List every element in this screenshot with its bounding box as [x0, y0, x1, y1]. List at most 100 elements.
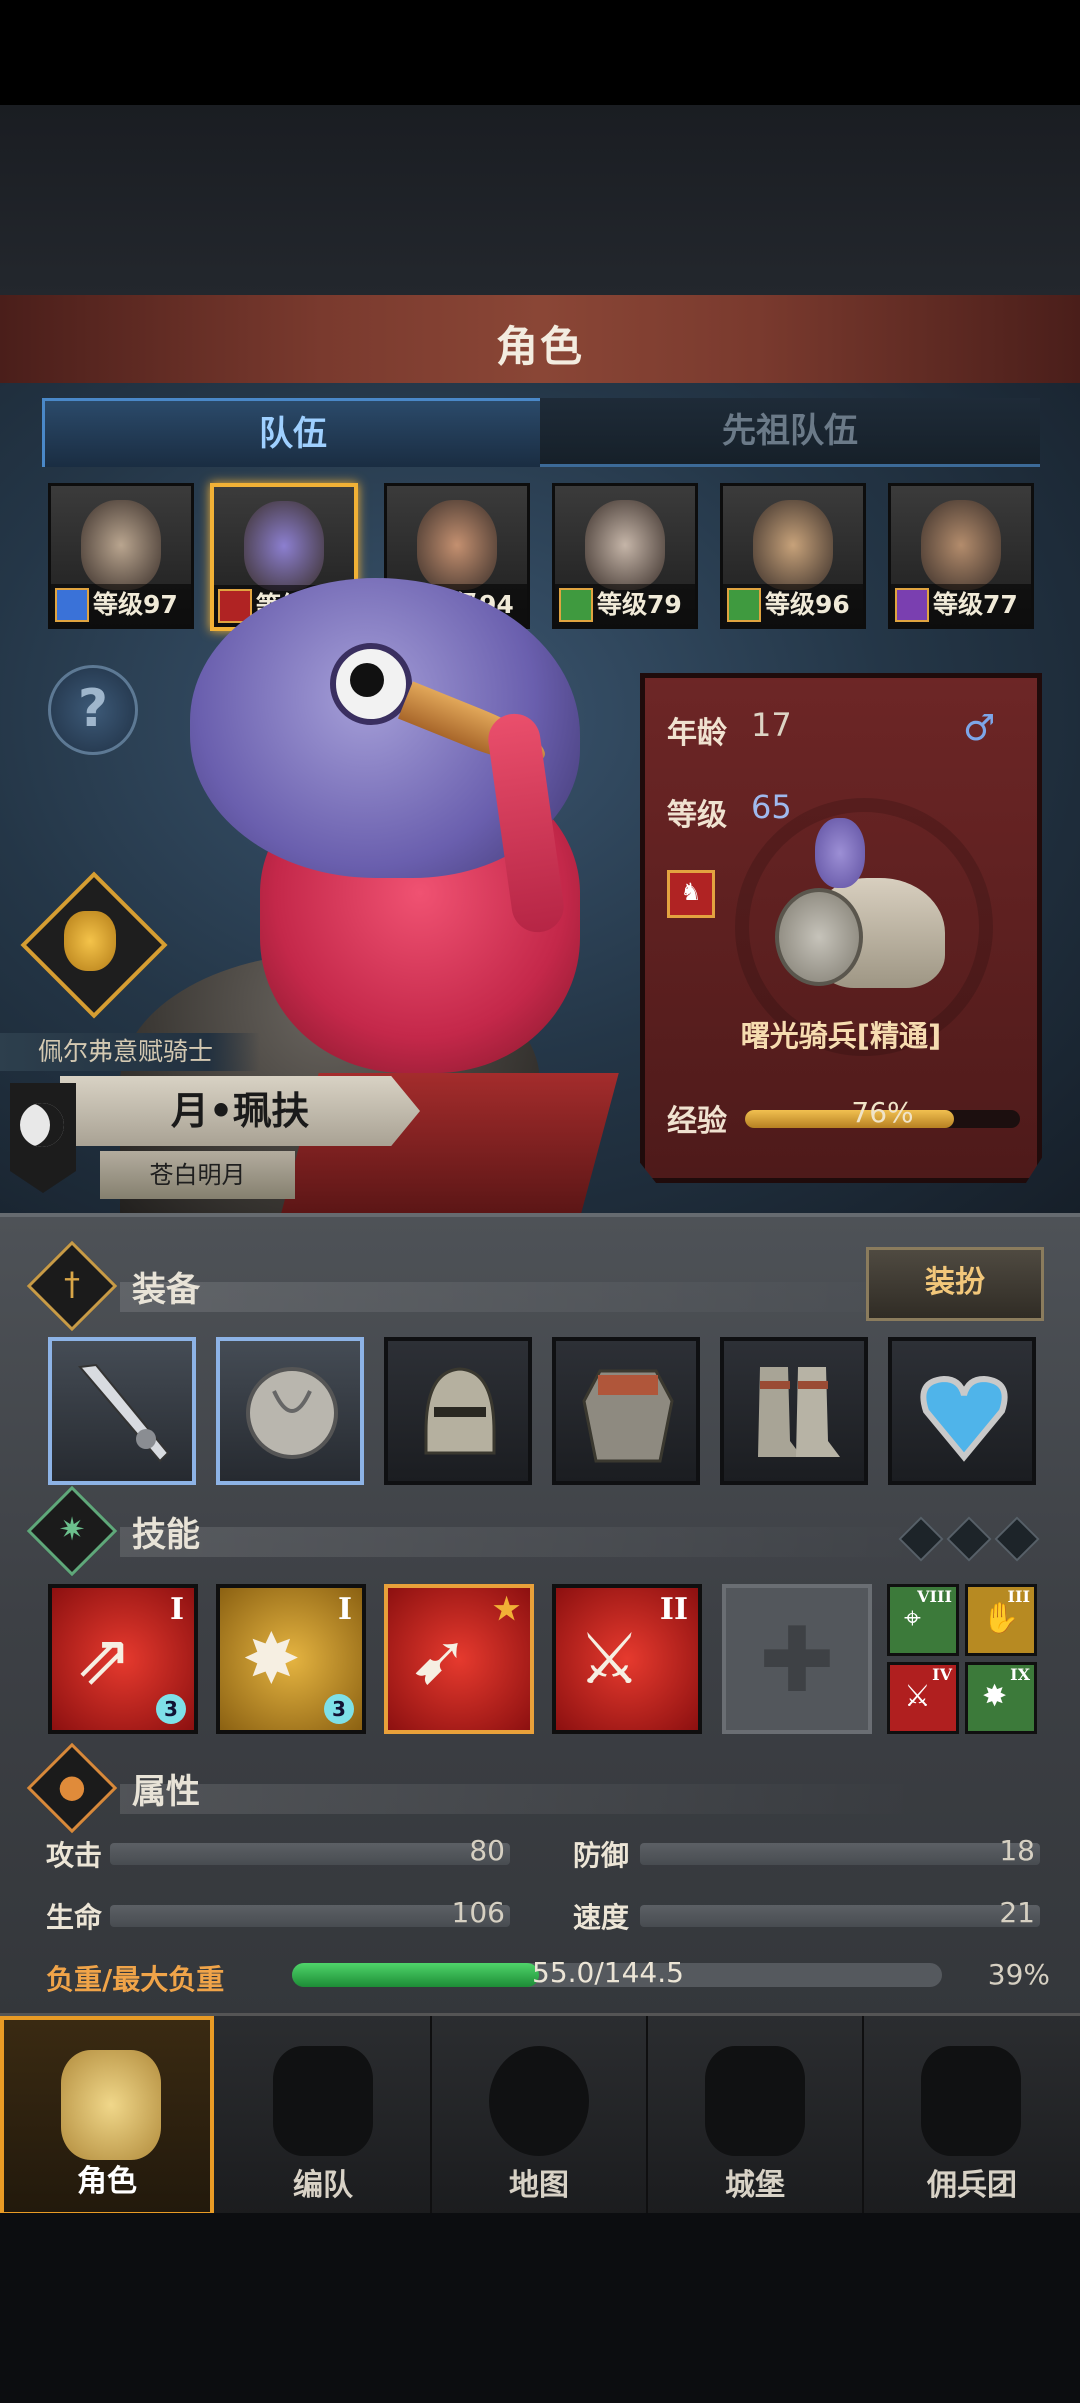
roster-portrait[interactable]: 等级97 [48, 483, 194, 629]
skill-slot-3[interactable]: ➹ ★ [384, 1584, 534, 1734]
portrait-face [585, 500, 665, 590]
unit-name: 曙光骑兵[精通] [740, 1019, 942, 1053]
status-bar-area [0, 0, 1080, 105]
skill-count-badge: 3 [324, 1694, 354, 1724]
roster-portrait[interactable]: 等级79 [552, 483, 698, 629]
person-icon: ● [58, 1767, 86, 1805]
passive-rank: IV [932, 1665, 952, 1684]
chainmail-armor-icon [582, 1369, 674, 1463]
speed-label: 速度 [573, 1901, 630, 1934]
info-card: 年龄 17 ♂ 等级 65 ♞ 曙光骑兵[精通] 经验 76% [640, 673, 1042, 1183]
character-name[interactable]: 月•珮扶 [60, 1076, 420, 1146]
sword-aura-icon: ⚔ [578, 1618, 641, 1700]
top-spacer [0, 105, 1080, 295]
passive-skill-4[interactable]: ✸ IX [965, 1662, 1037, 1734]
exp-percent: 76% [851, 1096, 914, 1129]
portrait-face [417, 500, 497, 590]
shield-art [775, 888, 863, 986]
nav-label: 城堡 [725, 2168, 785, 2203]
passive-skill-1[interactable]: ⌖ VIII [887, 1584, 959, 1656]
defense-label: 防御 [573, 1839, 630, 1872]
age-value: 17 [751, 706, 792, 744]
attack-label: 攻击 [46, 1839, 103, 1872]
portrait-face [244, 501, 324, 591]
passive-skill-3[interactable]: ⚔ IV [887, 1662, 959, 1734]
equip-slot-helmet[interactable] [384, 1337, 532, 1485]
nav-map[interactable]: 地图 [432, 2016, 648, 2216]
rider-art [815, 818, 865, 888]
page-title: 角色 [495, 322, 584, 371]
class-icon [559, 588, 593, 622]
bottom-nav: 角色 编队 地图 城堡 佣兵团 [0, 2013, 1080, 2216]
equip-slot-shield[interactable] [216, 1337, 364, 1485]
speed-value: 21 [999, 1896, 1035, 1929]
equip-slot-armor[interactable] [552, 1337, 700, 1485]
exp-label: 经验 [667, 1104, 727, 1139]
star-burst-icon: ✷ [58, 1510, 86, 1548]
nav-character[interactable]: 角色 [0, 2016, 214, 2216]
portrait-face [81, 500, 161, 590]
nav-castle[interactable]: 城堡 [648, 2016, 864, 2216]
nav-label: 角色 [77, 2164, 137, 2199]
skill-slot-4[interactable]: ⚔ II [552, 1584, 702, 1734]
portrait-face [753, 500, 833, 590]
load-label: 负重/最大负重 [46, 1963, 225, 1996]
header-stripe [120, 1784, 920, 1814]
skills-header: ✷ 技能 [26, 1485, 1040, 1577]
age-label: 年龄 [667, 716, 727, 751]
tab-ancestor-team[interactable]: 先祖队伍 [540, 398, 1040, 467]
hp-value: 106 [451, 1896, 505, 1929]
skill-rank: I [337, 1592, 352, 1627]
sword-icon: † [64, 1265, 80, 1303]
equip-slot-amulet[interactable] [888, 1337, 1036, 1485]
attributes-header: ● 属性 [26, 1742, 1040, 1834]
rider-charge-icon: ➹ [410, 1618, 469, 1700]
lance-icon [78, 1363, 170, 1463]
helmet-icon [273, 2046, 373, 2156]
nav-formation[interactable]: 编队 [216, 2016, 432, 2216]
attack-value: 80 [469, 1834, 505, 1867]
tab-team[interactable]: 队伍 [42, 398, 544, 467]
defense-value: 18 [999, 1834, 1035, 1867]
equip-slot-weapon[interactable] [48, 1337, 196, 1485]
nav-label: 地图 [509, 2168, 569, 2203]
turkey-pupil-art [350, 663, 384, 697]
skill-rank: I [169, 1592, 184, 1627]
faction-label: 佩尔弗意赋骑士 [0, 1033, 260, 1071]
skill-slot-2[interactable]: ✸ I 3 [216, 1584, 366, 1734]
potion-icon [64, 911, 116, 971]
load-percent: 39% [987, 1958, 1050, 1991]
attributes-title: 属性 [132, 1772, 200, 1812]
male-icon: ♂ [963, 708, 996, 749]
skill-slot-1[interactable]: ⇗ I 3 [48, 1584, 198, 1734]
class-icon [895, 588, 929, 622]
sword-icon: ⚔ [904, 1679, 931, 1714]
passive-rank: VIII [917, 1587, 952, 1606]
skills-title: 技能 [132, 1515, 200, 1555]
target-icon: ⌖ [904, 1601, 921, 1636]
roster-portrait[interactable]: 等级77 [888, 483, 1034, 629]
moon-icon [20, 1103, 64, 1147]
equip-slot-boots[interactable] [720, 1337, 868, 1485]
roster-portrait[interactable]: 等级96 [720, 483, 866, 629]
nav-label: 佣兵团 [927, 2168, 1017, 2203]
passive-rank: III [1007, 1587, 1030, 1606]
skill-count-badge: 3 [156, 1694, 186, 1724]
heart-amulet-icon [920, 1375, 1008, 1462]
compass-map-icon [489, 2046, 589, 2156]
level-label: 等级 [667, 798, 727, 833]
hp-label: 生命 [46, 1901, 103, 1934]
help-button[interactable]: ? [48, 665, 138, 755]
class-icon [55, 588, 89, 622]
knight-icon [61, 2050, 161, 2160]
cross-icon: ✚ [759, 1608, 835, 1713]
class-icon [727, 588, 761, 622]
bottom-spacer [0, 2213, 1080, 2403]
portrait-face [921, 500, 1001, 590]
passive-skill-2[interactable]: ✋ III [965, 1584, 1037, 1656]
outfit-button[interactable]: 装扮 [866, 1247, 1044, 1321]
helmet-icon [424, 1367, 496, 1455]
nav-mercenary[interactable]: 佣兵团 [864, 2016, 1080, 2216]
skill-slot-empty[interactable]: ✚ [722, 1584, 872, 1734]
page-header: 角色 [0, 295, 1080, 386]
